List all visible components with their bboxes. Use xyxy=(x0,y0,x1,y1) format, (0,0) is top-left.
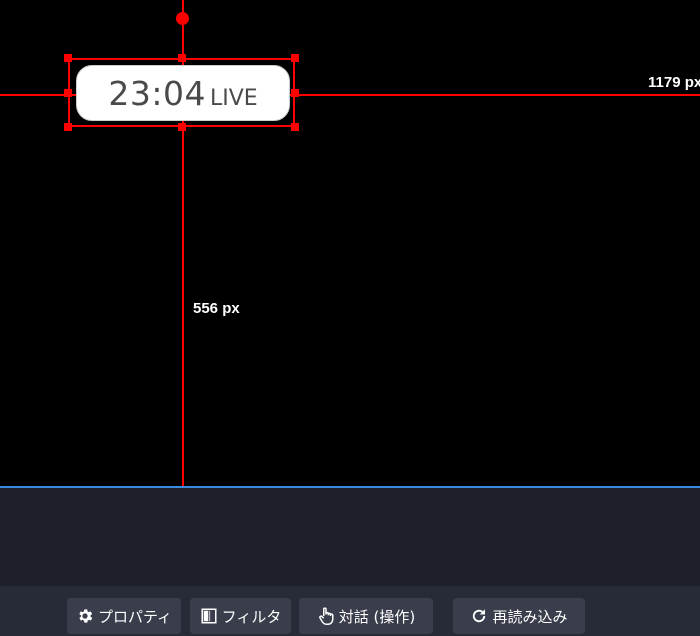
filter-button[interactable]: フィルタ xyxy=(190,598,291,634)
resize-handle-top[interactable] xyxy=(178,54,186,62)
interact-button[interactable]: 対話 (操作) xyxy=(299,598,433,634)
reload-button[interactable]: 再読み込み xyxy=(453,598,585,634)
properties-label: プロパティ xyxy=(97,607,173,626)
resize-handle-top-right[interactable] xyxy=(291,54,299,62)
refresh-icon xyxy=(470,607,488,625)
gear-icon xyxy=(76,607,94,625)
resize-handle-top-left[interactable] xyxy=(64,54,72,62)
sources-panel xyxy=(0,488,700,586)
filter-label: フィルタ xyxy=(221,607,282,626)
resize-handle-bottom[interactable] xyxy=(178,123,186,131)
reload-label: 再読み込み xyxy=(492,607,568,626)
height-distance-label: 556 px xyxy=(193,300,240,317)
resize-handle-left[interactable] xyxy=(64,89,72,97)
filter-icon xyxy=(200,607,218,625)
hand-pointer-icon xyxy=(317,606,335,626)
interact-label: 対話 (操作) xyxy=(338,607,416,626)
properties-button[interactable]: プロパティ xyxy=(67,598,181,634)
resize-handle-bottom-left[interactable] xyxy=(64,123,72,131)
source-toolbar: プロパティ フィルタ 対話 (操作) 再読み込み xyxy=(0,586,700,636)
preview-canvas[interactable]: 23:04 LIVE 1179 px 556 px xyxy=(0,0,700,486)
width-distance-label: 1179 px xyxy=(648,74,700,91)
rotation-handle[interactable] xyxy=(176,12,189,25)
resize-handle-bottom-right[interactable] xyxy=(291,123,299,131)
selection-box[interactable] xyxy=(68,58,295,127)
resize-handle-right[interactable] xyxy=(291,89,299,97)
